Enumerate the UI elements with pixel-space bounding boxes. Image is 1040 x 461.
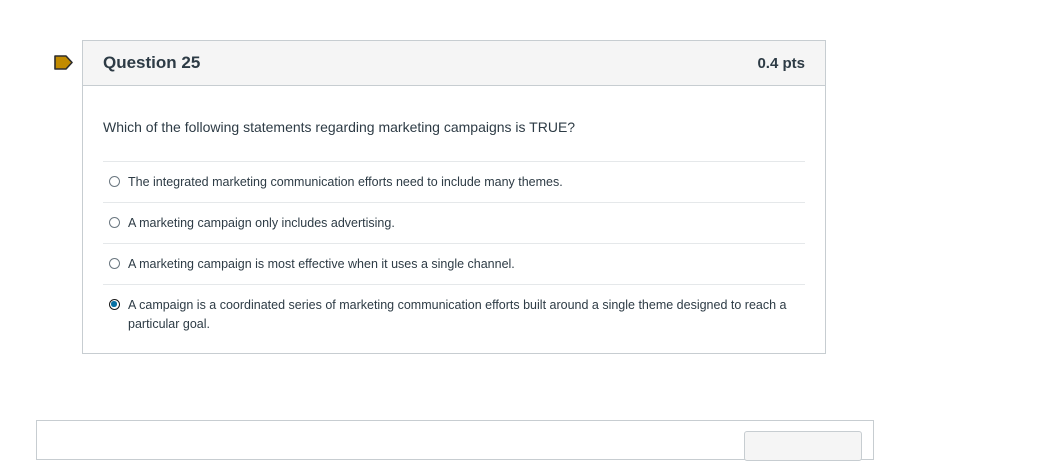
question-header: Question 25 0.4 pts bbox=[83, 41, 825, 86]
question-card: Question 25 0.4 pts Which of the followi… bbox=[82, 40, 826, 354]
answer-label: A marketing campaign is most effective w… bbox=[128, 257, 515, 271]
radio-button[interactable] bbox=[109, 258, 120, 269]
radio-button[interactable] bbox=[109, 217, 120, 228]
flag-icon[interactable] bbox=[53, 55, 73, 70]
radio-button-selected[interactable] bbox=[109, 299, 120, 310]
answer-option-selected[interactable]: A campaign is a coordinated series of ma… bbox=[103, 285, 805, 344]
answer-label: A marketing campaign only includes adver… bbox=[128, 216, 395, 230]
question-points: 0.4 pts bbox=[757, 54, 805, 72]
answer-label: A campaign is a coordinated series of ma… bbox=[128, 298, 787, 331]
answer-list: The integrated marketing communication e… bbox=[103, 161, 805, 344]
answer-option[interactable]: The integrated marketing communication e… bbox=[103, 162, 805, 203]
question-title: Question 25 bbox=[103, 53, 201, 72]
question-text: Which of the following statements regard… bbox=[103, 119, 576, 135]
radio-button[interactable] bbox=[109, 176, 120, 187]
footer-button[interactable] bbox=[744, 431, 862, 461]
question-body: Which of the following statements regard… bbox=[83, 86, 825, 344]
quiz-footer-card bbox=[36, 420, 874, 461]
answer-label: The integrated marketing communication e… bbox=[128, 175, 563, 189]
answer-option[interactable]: A marketing campaign only includes adver… bbox=[103, 203, 805, 244]
answer-option[interactable]: A marketing campaign is most effective w… bbox=[103, 244, 805, 285]
